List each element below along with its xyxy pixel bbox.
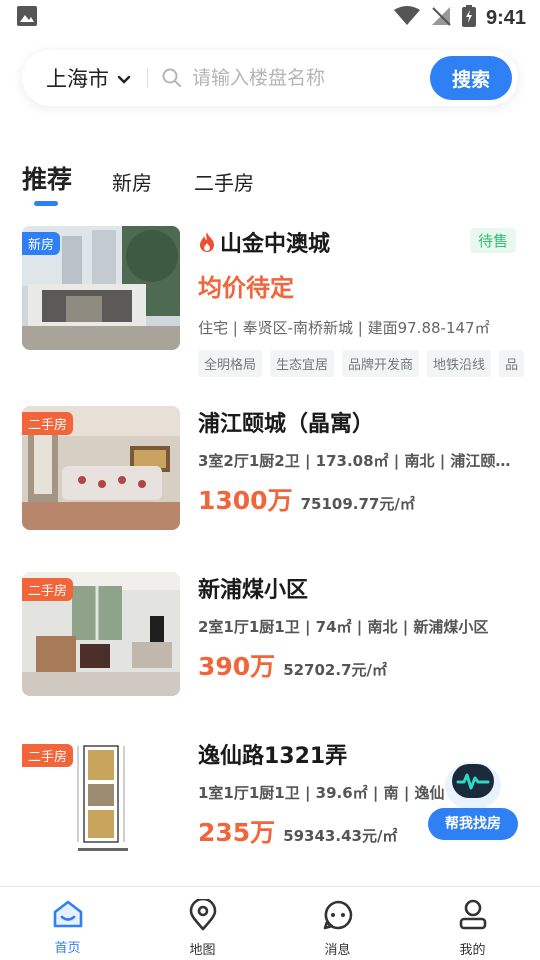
floor-plan-image: 二手房 xyxy=(22,738,180,862)
listing-meta: 住宅 | 奉贤区-南桥新城 | 建面97.88-147㎡ xyxy=(198,319,490,337)
listing-meta: 2室1厅1厨1卫 | 74㎡ | 南北 | 新浦煤小区 xyxy=(198,618,489,636)
list-item[interactable]: 二手房 新浦煤小区 2室1厅1厨1卫 | 74㎡ | 南北 | 新浦煤小区 39… xyxy=(22,572,540,698)
listing-badge: 二手房 xyxy=(22,744,74,767)
total-price: 390万 xyxy=(198,652,276,681)
helper-label: 帮我找房 xyxy=(428,808,518,840)
listing-title: 山金中澳城 xyxy=(220,232,331,257)
search-bar: 上海市 搜索 xyxy=(22,50,518,106)
city-selector[interactable]: 上海市 xyxy=(46,63,131,93)
listing-price-row: 1300万 75109.77元/㎡ xyxy=(198,481,540,517)
nav-label: 地图 xyxy=(189,943,216,958)
listing-tags: 全明格局 生态宜居 品牌开发商 地铁沿线 品 xyxy=(198,350,540,377)
user-icon xyxy=(458,899,488,935)
listing-meta: 3室2厅1厨2卫 | 173.08㎡ | 南北 | 浦江颐城... xyxy=(198,452,518,470)
property-photo: 二手房 xyxy=(22,572,180,696)
nav-label: 首页 xyxy=(54,941,81,956)
total-price: 1300万 xyxy=(198,486,293,515)
feature-tag: 生态宜居 xyxy=(270,350,335,377)
find-home-helper-button[interactable]: 帮我找房 xyxy=(428,752,518,844)
chevron-down-icon xyxy=(117,66,131,90)
list-item[interactable]: 新房 山金中澳城 待售 均价待定 住宅 | 奉贤区-南桥新城 | 建面97.88… xyxy=(22,226,540,377)
listing-badge: 新房 xyxy=(22,232,61,255)
nav-label: 消息 xyxy=(324,943,351,958)
listing-badge: 二手房 xyxy=(22,412,74,435)
unit-price: 52702.7元/㎡ xyxy=(283,661,387,679)
bottom-navigation: 首页 地图 消息 我的 xyxy=(0,886,540,960)
property-photo: 二手房 xyxy=(22,406,180,530)
status-bar: 9:41 xyxy=(0,0,540,36)
wifi-icon xyxy=(393,6,420,30)
listing-price: 均价待定 xyxy=(198,274,294,302)
search-divider xyxy=(147,68,148,88)
nav-map[interactable]: 地图 xyxy=(135,887,270,960)
map-pin-icon xyxy=(188,897,218,935)
message-icon xyxy=(322,899,354,935)
nav-messages[interactable]: 消息 xyxy=(270,887,405,960)
listing-meta: 1室1厅1厨1卫 | 39.6㎡ | 南 | 逸仙路 xyxy=(198,784,444,802)
city-label: 上海市 xyxy=(46,67,109,91)
no-signal-icon xyxy=(430,6,452,30)
home-icon xyxy=(52,899,84,933)
unit-price: 75109.77元/㎡ xyxy=(300,495,415,513)
gallery-icon xyxy=(16,5,38,31)
nav-label: 我的 xyxy=(459,943,486,958)
status-time: 9:41 xyxy=(485,6,526,29)
unit-price: 59343.43元/㎡ xyxy=(283,827,398,845)
nav-home[interactable]: 首页 xyxy=(0,887,135,960)
list-item[interactable]: 二手房 浦江颐城（晶寓） 3室2厅1厨2卫 | 173.08㎡ | 南北 | 浦… xyxy=(22,406,540,532)
listing-title: 浦江颐城（晶寓） xyxy=(198,412,375,437)
search-icon xyxy=(162,68,182,88)
fire-icon xyxy=(198,231,216,253)
nav-profile[interactable]: 我的 xyxy=(405,887,540,960)
tab-new-homes[interactable]: 新房 xyxy=(112,167,152,206)
listing-price-row: 390万 52702.7元/㎡ xyxy=(198,647,540,683)
feature-tag: 全明格局 xyxy=(198,350,263,377)
feature-tag: 品牌开发商 xyxy=(342,350,420,377)
sale-status-badge: 待售 xyxy=(469,228,516,253)
category-tabs: 推荐 新房 二手房 xyxy=(22,160,296,206)
property-photo: 新房 xyxy=(22,226,180,350)
battery-charging-icon xyxy=(461,5,476,31)
tab-second-hand[interactable]: 二手房 xyxy=(194,167,254,206)
total-price: 235万 xyxy=(198,818,276,847)
feature-tag: 地铁沿线 xyxy=(427,350,492,377)
tab-recommend[interactable]: 推荐 xyxy=(22,160,72,206)
feature-tag: 品 xyxy=(499,350,525,377)
listing-badge: 二手房 xyxy=(22,578,74,601)
search-button[interactable]: 搜索 xyxy=(430,56,512,100)
search-input[interactable] xyxy=(192,67,412,89)
listing-title: 新浦煤小区 xyxy=(198,578,309,603)
